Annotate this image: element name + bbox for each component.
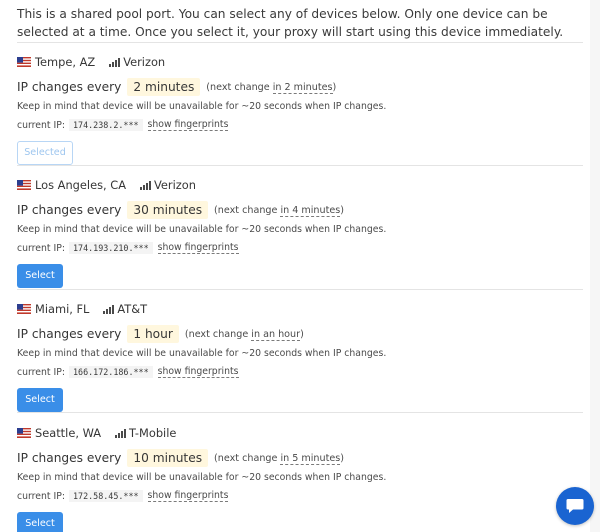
device-carrier: AT&T [117,302,148,316]
device-location: Los Angeles, CA [35,178,127,192]
ip-change-row: IP changes every 10 minutes (next change… [17,448,583,468]
unavailable-note: Keep in mind that device will be unavail… [17,348,387,359]
device-carrier: T-Mobile [129,426,177,440]
divider [17,412,583,413]
ip-change-row: IP changes every 2 minutes (next change … [17,77,583,97]
rotation-period: 10 minutes [127,449,209,467]
next-change: (next change in 2 minutes) [206,81,337,94]
ip-change-row: IP changes every 1 hour (next change in … [17,324,583,344]
select-button[interactable]: Select [17,388,63,412]
chat-button[interactable] [556,487,594,525]
device-location: Miami, FL [35,302,90,316]
device-carrier: Verizon [123,55,166,69]
next-change: (next change in an hour) [184,328,304,341]
unavailable-note: Keep in mind that device will be unavail… [17,224,387,235]
show-fingerprints-link[interactable]: show fingerprints [147,490,229,502]
ip-change-row: IP changes every 30 minutes (next change… [17,200,583,220]
signal-bars-icon [140,180,152,190]
intro-section: This is a shared pool port. You can sele… [17,0,583,40]
select-button[interactable]: Select [17,512,63,532]
device-card: Los Angeles, CA Verizon IP changes every… [17,177,583,288]
next-change-time: in 2 minutes [272,81,333,94]
current-ip-row: current IP: 166.172.186.*** show fingerp… [17,365,583,379]
device-card: Seattle, WA T-Mobile IP changes every 10… [17,425,583,532]
next-change-time: in 5 minutes [280,452,341,465]
current-ip-row: current IP: 172.58.45.*** show fingerpri… [17,489,583,503]
next-change-time: in 4 minutes [280,204,341,217]
intro-text: This is a shared pool port. You can sele… [17,7,564,39]
device-location: Seattle, WA [35,426,101,440]
us-flag-icon [17,57,31,67]
us-flag-icon [17,304,31,314]
divider [17,42,583,43]
next-change: (next change in 5 minutes) [214,452,344,465]
divider [17,289,583,290]
unavailable-note: Keep in mind that device will be unavail… [17,472,387,483]
device-header: Miami, FL AT&T [17,301,583,317]
current-ip-label: current IP: [17,366,65,378]
device-carrier: Verizon [154,178,196,192]
select-button[interactable]: Select [17,264,63,288]
device-card: Tempe, AZ Verizon IP changes every 2 min… [17,54,583,165]
device-header: Los Angeles, CA Verizon [17,177,583,193]
unavailable-note: Keep in mind that device will be unavail… [17,101,387,112]
current-ip-value: 174.193.210.*** [68,242,153,254]
ip-changes-label: IP changes every [17,80,122,94]
current-ip-value: 174.238.2.*** [68,119,143,131]
signal-bars-icon [109,57,121,67]
next-change-time: in an hour [251,328,301,341]
device-header: Tempe, AZ Verizon [17,54,583,70]
show-fingerprints-link[interactable]: show fingerprints [147,119,229,131]
current-ip-label: current IP: [17,242,65,254]
next-change: (next change in 4 minutes) [214,204,344,217]
signal-bars-icon [103,304,115,314]
rotation-period: 1 hour [127,325,179,343]
device-location: Tempe, AZ [35,55,96,69]
us-flag-icon [17,180,31,190]
ip-changes-label: IP changes every [17,451,122,465]
current-ip-row: current IP: 174.238.2.*** show fingerpri… [17,118,583,132]
current-ip-value: 166.172.186.*** [68,366,153,378]
ip-changes-label: IP changes every [17,203,122,217]
divider [17,165,583,166]
current-ip-label: current IP: [17,119,65,131]
chat-bubble-icon [566,499,584,513]
show-fingerprints-link[interactable]: show fingerprints [157,366,239,378]
ip-changes-label: IP changes every [17,327,122,341]
us-flag-icon [17,428,31,438]
current-ip-row: current IP: 174.193.210.*** show fingerp… [17,241,583,255]
device-card: Miami, FL AT&T IP changes every 1 hour (… [17,301,583,412]
current-ip-label: current IP: [17,490,65,502]
rotation-period: 30 minutes [127,201,209,219]
device-header: Seattle, WA T-Mobile [17,425,583,441]
scrollbar-track[interactable] [590,0,600,532]
show-fingerprints-link[interactable]: show fingerprints [157,242,239,254]
rotation-period: 2 minutes [127,78,201,96]
current-ip-value: 172.58.45.*** [68,490,143,502]
signal-bars-icon [115,428,126,438]
selected-button[interactable]: Selected [17,141,73,165]
